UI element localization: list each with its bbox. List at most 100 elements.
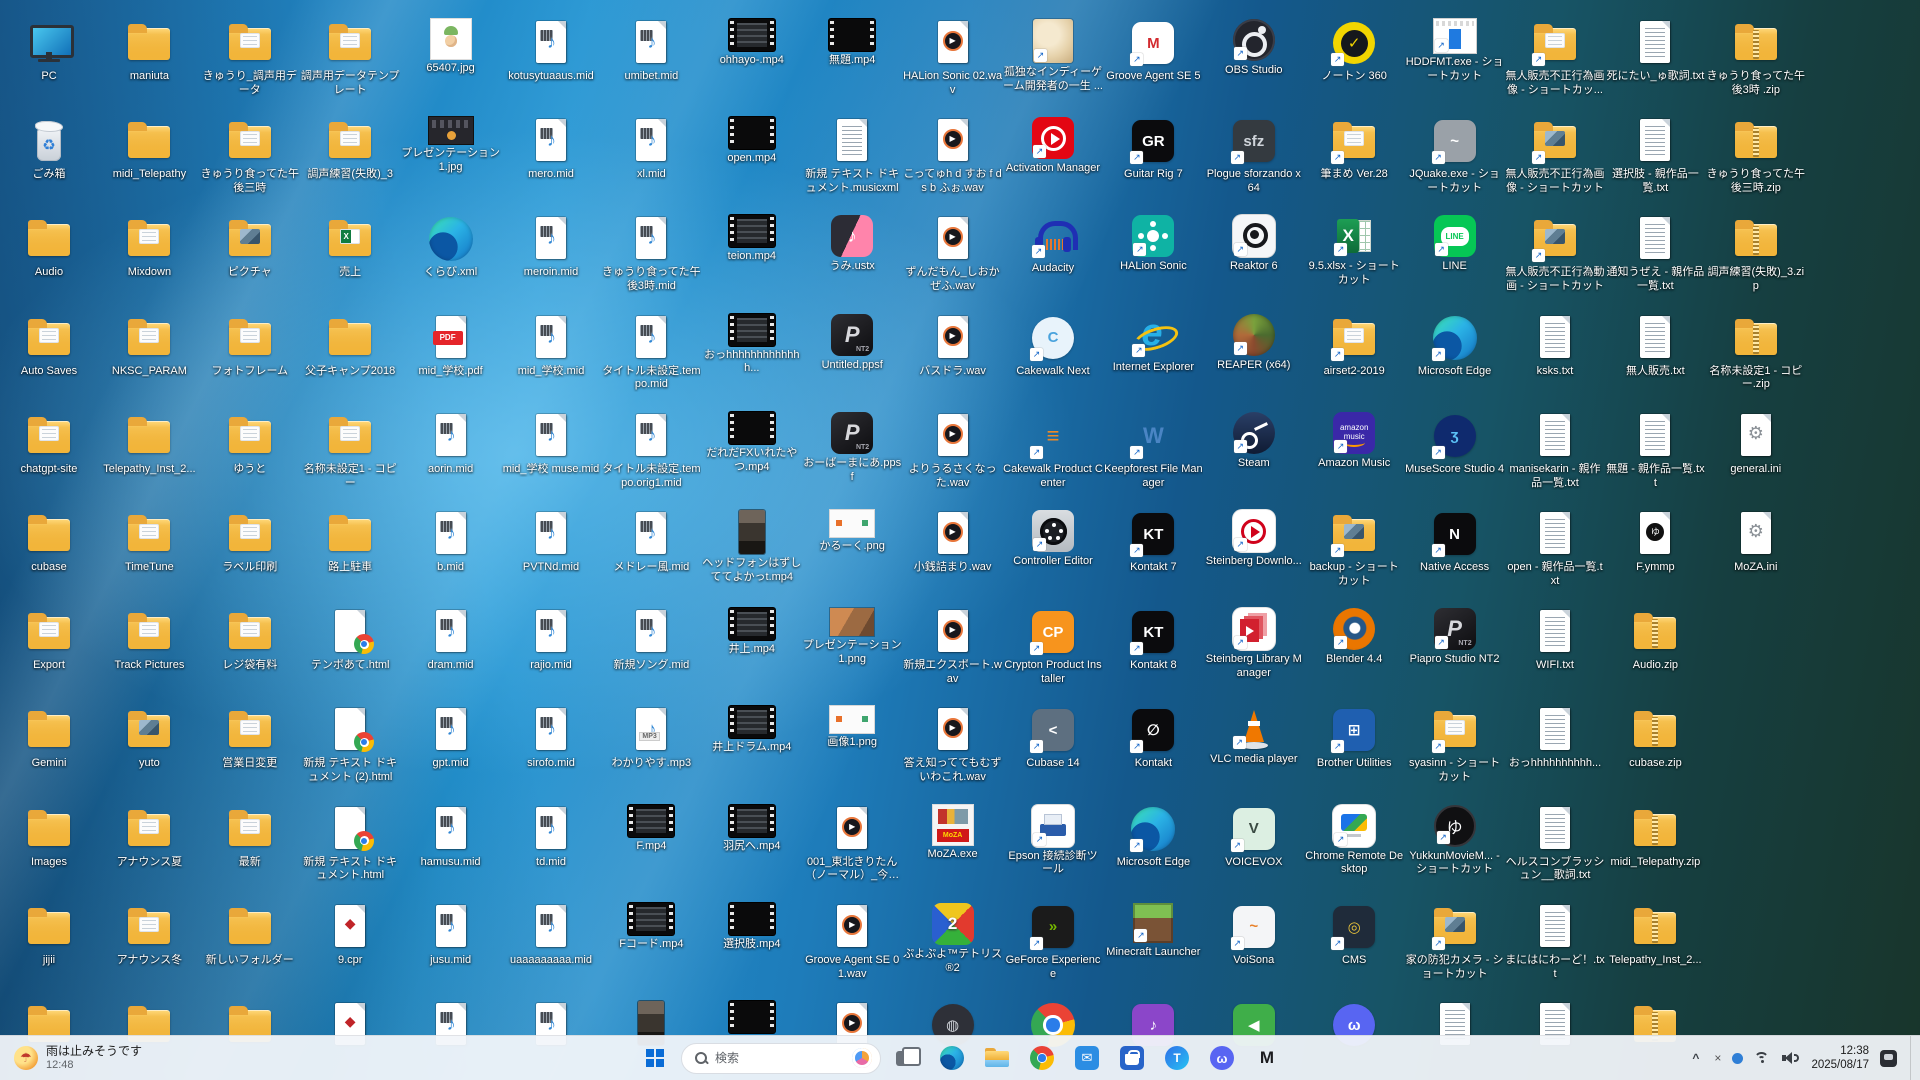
- taskbar-chrome-icon[interactable]: [1023, 1039, 1061, 1077]
- desktop-icon[interactable]: ↗OBS Studio: [1204, 19, 1304, 78]
- desktop-icon[interactable]: ↗Steinberg Downlo...: [1204, 510, 1304, 569]
- desktop-icon[interactable]: ↗無人販売不正行為動画 - ショートカット: [1505, 215, 1605, 294]
- desktop-icon[interactable]: テンポあて.html: [300, 608, 400, 673]
- desktop-icon[interactable]: ♪きゅうり食ってた午後3時.mid: [601, 215, 701, 294]
- desktop-icon[interactable]: ↗無人販売不正行為画像 - ショートカット: [1505, 117, 1605, 196]
- desktop-icon[interactable]: ↗筆まめ Ver.28: [1304, 117, 1404, 182]
- desktop-icon[interactable]: ヘルスコンブラッシュン__歌詞.txt: [1505, 805, 1605, 884]
- desktop-icon[interactable]: ♪うみ.ustx: [802, 215, 902, 274]
- desktop-icon[interactable]: ♪b.mid: [401, 510, 501, 575]
- taskbar-m-app-icon[interactable]: M: [1248, 1039, 1286, 1077]
- desktop-icon[interactable]: chatgpt-site: [0, 412, 99, 477]
- desktop-icon[interactable]: 新規 テキスト ドキュメント.musicxml: [802, 117, 902, 196]
- desktop-icon[interactable]: midi_Telepathy.zip: [1605, 805, 1705, 870]
- taskbar-discord-icon[interactable]: ω: [1203, 1039, 1241, 1077]
- tray-blue-app-icon[interactable]: [1732, 1053, 1743, 1064]
- desktop-icon[interactable]: 2ぷよぷよ™テトリス®2: [903, 903, 1003, 976]
- desktop-icon[interactable]: ♪sirofo.mid: [501, 706, 601, 771]
- desktop-icon[interactable]: ▶ずんだもん_しおかぜふ.wav: [903, 215, 1003, 294]
- desktop-icon[interactable]: ♪td.mid: [501, 805, 601, 870]
- desktop-icon[interactable]: GR↗Guitar Rig 7: [1103, 117, 1203, 182]
- desktop-icon[interactable]: 65407.jpg: [401, 19, 501, 76]
- taskbar-store-icon[interactable]: [1113, 1039, 1151, 1077]
- desktop-icon[interactable]: PC: [0, 19, 99, 84]
- desktop-icon[interactable]: ♪aorin.mid: [401, 412, 501, 477]
- desktop-icon[interactable]: ↗Audacity: [1003, 215, 1103, 276]
- desktop-icon[interactable]: PDFmid_学校.pdf: [401, 314, 501, 379]
- desktop-icon[interactable]: 井上.mp4: [702, 608, 802, 657]
- desktop-icon[interactable]: ⊞↗Brother Utilities: [1304, 706, 1404, 771]
- desktop-icon[interactable]: cubase.zip: [1605, 706, 1705, 771]
- desktop-icon[interactable]: ⚙general.ini: [1706, 412, 1806, 477]
- desktop-icon[interactable]: ♪jusu.mid: [401, 903, 501, 968]
- desktop-icon[interactable]: Track Pictures: [99, 608, 199, 673]
- desktop-icon[interactable]: 無題 - 親作品一覧.txt: [1605, 412, 1705, 491]
- desktop-icon[interactable]: ▶新規エクスポート.wav: [903, 608, 1003, 687]
- desktop-icon[interactable]: ゆF.ymmp: [1605, 510, 1705, 575]
- desktop-icon[interactable]: ▶Groove Agent SE 01.wav: [802, 903, 902, 982]
- desktop-icon[interactable]: 名称未設定1 - コピー: [300, 412, 400, 491]
- desktop-icon[interactable]: ↗9.5.xlsx - ショートカット: [1304, 215, 1404, 288]
- desktop-icon[interactable]: ↗Reaktor 6: [1204, 215, 1304, 274]
- desktop-icon[interactable]: おっhhhhhhhhhh...: [1505, 706, 1605, 771]
- desktop-icon[interactable]: 営業日変更: [200, 706, 300, 771]
- desktop-icon[interactable]: ≡↗Cakewalk Product Center: [1003, 412, 1103, 491]
- desktop-icon[interactable]: ▶小銭詰まり.wav: [903, 510, 1003, 575]
- desktop-icon[interactable]: 井上ドラム.mp4: [702, 706, 802, 755]
- desktop-icon[interactable]: ↗Microsoft Edge: [1405, 314, 1505, 379]
- desktop-icon[interactable]: CP↗Crypton Product Installer: [1003, 608, 1103, 687]
- taskbar-teams-icon[interactable]: T: [1158, 1039, 1196, 1077]
- desktop-icon[interactable]: プレゼンテーション1.png: [802, 608, 902, 667]
- desktop-icon[interactable]: ♪umibet.mid: [601, 19, 701, 84]
- desktop-icon[interactable]: ↗Epson 接続診断ツール: [1003, 805, 1103, 878]
- search-box[interactable]: [681, 1043, 881, 1074]
- desktop-icon[interactable]: WIFI.txt: [1505, 608, 1605, 673]
- desktop-icon[interactable]: amazonmusic↗Amazon Music: [1304, 412, 1404, 471]
- desktop-icon[interactable]: PNT2おーばーまにあ.ppsf: [802, 412, 902, 485]
- volume-icon[interactable]: [1782, 1051, 1800, 1065]
- desktop-icon[interactable]: Mixdown: [99, 215, 199, 280]
- notification-center-icon[interactable]: [1880, 1050, 1897, 1067]
- desktop-icon[interactable]: ~↗VoiSona: [1204, 903, 1304, 968]
- desktop-icon[interactable]: open - 親作品一覧.txt: [1505, 510, 1605, 589]
- desktop-icon[interactable]: MoZAMoZA.exe: [903, 805, 1003, 862]
- start-button[interactable]: [636, 1039, 674, 1077]
- desktop-icon[interactable]: teion.mp4: [702, 215, 802, 264]
- desktop-icon[interactable]: ʒ↗MuseScore Studio 4: [1405, 412, 1505, 477]
- desktop-icon[interactable]: ↗Steinberg Library Manager: [1204, 608, 1304, 681]
- desktop-icon[interactable]: まにはにわーど！.txt: [1505, 903, 1605, 982]
- desktop-icon[interactable]: TimeTune: [99, 510, 199, 575]
- desktop-icon[interactable]: ヘッドフォンはずしててよかっt.mp4: [702, 510, 802, 585]
- desktop-icon[interactable]: ↗backup - ショートカット: [1304, 510, 1404, 589]
- desktop-icon[interactable]: ♪メドレー風.mid: [601, 510, 701, 575]
- desktop-icon[interactable]: 新規 テキスト ドキュメント (2).html: [300, 706, 400, 785]
- desktop-icon[interactable]: ♪gpt.mid: [401, 706, 501, 771]
- desktop-icon[interactable]: maniuta: [99, 19, 199, 84]
- desktop-icon[interactable]: ↗Chrome Remote Desktop: [1304, 805, 1404, 878]
- desktop-icon[interactable]: 路上駐車: [300, 510, 400, 575]
- desktop-icon[interactable]: 調声練習(失敗)_3: [300, 117, 400, 182]
- desktop-icon[interactable]: きゅうり_調声用データ: [200, 19, 300, 98]
- desktop-icon[interactable]: Audio: [0, 215, 99, 280]
- clock[interactable]: 12:38 2025/08/17: [1811, 1044, 1869, 1073]
- desktop-icon[interactable]: ▶バスドラ.wav: [903, 314, 1003, 379]
- desktop-icon[interactable]: プレゼンテーション1.jpg: [401, 117, 501, 175]
- desktop-icon[interactable]: ゆ↗YukkunMovieM... - ショートカット: [1405, 805, 1505, 878]
- desktop-icon[interactable]: フォトフレーム: [200, 314, 300, 379]
- desktop-icon[interactable]: ◆9.cpr: [300, 903, 400, 968]
- desktop-icon[interactable]: open.mp4: [702, 117, 802, 166]
- desktop-icon[interactable]: 選択肢 - 親作品一覧.txt: [1605, 117, 1705, 196]
- desktop-icon[interactable]: 通知うぜえ - 親作品一覧.txt: [1605, 215, 1705, 294]
- desktop-icon[interactable]: ▶答え知っててもむずいわこれ.wav: [903, 706, 1003, 785]
- desktop-icon[interactable]: ↗Internet Explorer: [1103, 314, 1203, 375]
- desktop-icon[interactable]: ♪タイトル未設定.tempo.orig1.mid: [601, 412, 701, 491]
- desktop-icon[interactable]: ↗Minecraft Launcher: [1103, 903, 1203, 960]
- desktop-icon[interactable]: 新規 テキスト ドキュメント.html: [300, 805, 400, 884]
- desktop-icon[interactable]: ♪mero.mid: [501, 117, 601, 182]
- desktop-icon[interactable]: Audio.zip: [1605, 608, 1705, 673]
- desktop-icon[interactable]: ♪新規ソング.mid: [601, 608, 701, 673]
- desktop-icon[interactable]: Images: [0, 805, 99, 870]
- desktop-icon[interactable]: 無題.mp4: [802, 19, 902, 68]
- desktop-icon[interactable]: ∅↗Kontakt: [1103, 706, 1203, 771]
- desktop-icon[interactable]: F.mp4: [601, 805, 701, 854]
